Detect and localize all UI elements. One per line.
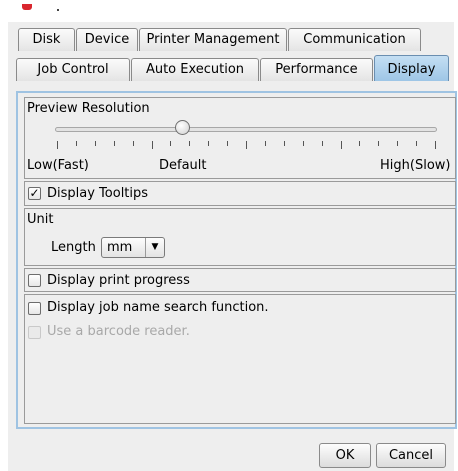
slider-default-label: Default <box>159 158 207 173</box>
length-unit-value: mm <box>107 240 133 255</box>
slider-tick <box>75 141 77 146</box>
preview-resolution-title: Preview Resolution <box>27 101 150 116</box>
ok-button[interactable]: OK <box>319 443 371 468</box>
display-settings-panel: Preview Resolution Low(Fast) Default Hig… <box>16 91 457 429</box>
slider-tick <box>340 141 342 149</box>
tab-communication[interactable]: Communication <box>288 28 421 51</box>
slider-tick <box>416 141 418 146</box>
cancel-button[interactable]: Cancel <box>376 443 446 468</box>
app-icon <box>22 4 32 10</box>
tab-job-control[interactable]: Job Control <box>16 58 130 81</box>
barcode-reader-checkbox <box>28 326 41 339</box>
title-bar <box>0 0 458 22</box>
slider-tick <box>378 141 380 146</box>
preview-resolution-group: Preview Resolution Low(Fast) Default Hig… <box>24 97 456 179</box>
print-progress-checkbox[interactable] <box>28 274 41 287</box>
tab-display[interactable]: Display <box>374 55 449 81</box>
chevron-down-icon[interactable]: ▼ <box>145 238 164 257</box>
slider-tick <box>246 141 247 149</box>
tab-printer-management[interactable]: Printer Management <box>139 28 287 51</box>
display-tooltips-checkbox[interactable]: ✓ <box>28 187 41 200</box>
slider-tick <box>94 141 96 146</box>
slider-tick <box>189 141 191 146</box>
length-label: Length <box>51 240 96 255</box>
slider-tick <box>151 141 153 149</box>
print-progress-label[interactable]: Display print progress <box>47 273 190 288</box>
preview-resolution-track[interactable] <box>55 127 437 132</box>
tab-device[interactable]: Device <box>76 28 138 51</box>
slider-tick <box>57 141 58 149</box>
slider-tick <box>170 141 172 146</box>
unit-group: Unit Length mm ▼ <box>24 208 456 266</box>
slider-tick <box>132 141 134 146</box>
job-search-group: Display job name search function. Use a … <box>24 294 456 424</box>
tab-performance[interactable]: Performance <box>260 58 373 81</box>
slider-tick <box>283 141 285 146</box>
job-search-checkbox[interactable] <box>28 302 41 315</box>
slider-tick <box>208 141 210 146</box>
length-unit-select[interactable]: mm ▼ <box>101 237 165 258</box>
settings-window: Disk Device Printer Management Communica… <box>8 22 457 471</box>
display-tooltips-row[interactable]: ✓ Display Tooltips <box>24 181 456 206</box>
slider-tick <box>113 141 115 146</box>
preview-resolution-thumb[interactable] <box>174 120 190 135</box>
slider-tick <box>435 141 436 149</box>
title-dot <box>57 9 59 11</box>
unit-title: Unit <box>27 212 54 227</box>
print-progress-row[interactable]: Display print progress <box>24 268 456 292</box>
slider-tick <box>264 141 266 146</box>
slider-low-label: Low(Fast) <box>27 158 89 173</box>
slider-high-label: High(Slow) <box>380 158 451 173</box>
display-tooltips-label[interactable]: Display Tooltips <box>47 186 148 201</box>
tab-disk[interactable]: Disk <box>18 28 75 51</box>
slider-tick <box>227 141 229 146</box>
job-search-label[interactable]: Display job name search function. <box>47 300 269 315</box>
barcode-reader-label: Use a barcode reader. <box>47 324 190 339</box>
slider-tick <box>302 141 304 146</box>
slider-tick <box>321 141 323 146</box>
slider-tick <box>397 141 399 146</box>
slider-tick <box>359 141 361 146</box>
tab-auto-execution[interactable]: Auto Execution <box>131 58 259 81</box>
